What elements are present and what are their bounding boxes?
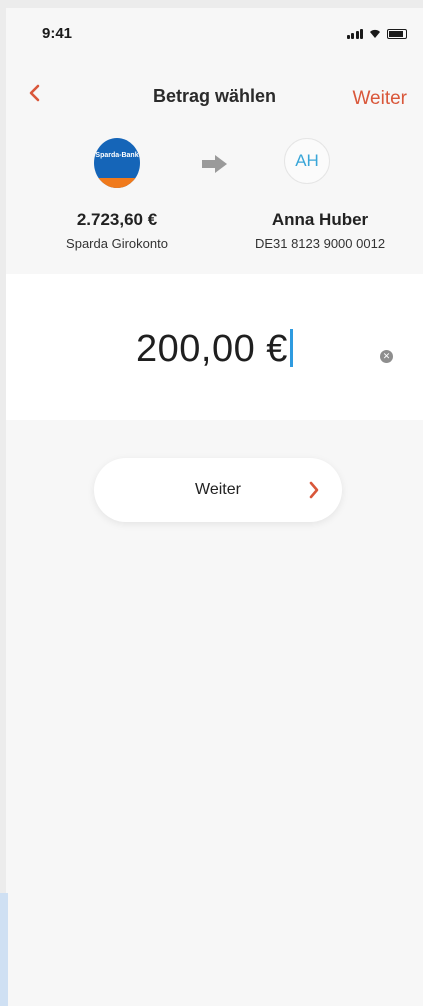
transfer-parties: Sparda-Bank AH 2.723,60 € Sparda Girokon… <box>6 138 423 268</box>
clear-icon: ✕ <box>382 351 391 361</box>
arrow-right-icon <box>202 155 227 173</box>
amount-input[interactable]: 200,00 € <box>136 328 293 371</box>
status-icons <box>346 27 407 39</box>
chevron-right-icon <box>309 481 319 499</box>
recipient-name: Anna Huber <box>271 210 369 229</box>
nav-bar: Betrag wählen Weiter <box>6 76 423 116</box>
amount-value: 200,00 € <box>136 328 288 370</box>
amount-card: 200,00 € ✕ <box>6 274 423 420</box>
clear-button[interactable]: ✕ <box>380 350 393 363</box>
bank-logo-text: Sparda-Bank <box>95 152 139 159</box>
bank-logo-stripe <box>94 178 140 188</box>
recipient-avatar: AH <box>284 138 330 184</box>
status-time: 9:41 <box>42 25 73 42</box>
status-bar: 9:41 <box>6 8 423 58</box>
side-accent <box>0 893 8 1006</box>
signal-icon <box>346 29 363 39</box>
wifi-icon <box>370 29 380 38</box>
app-screen: 9:41 Betrag wählen Weiter Sparda-Bank AH… <box>6 8 423 1006</box>
recipient-iban: DE31 8123 9000 0012 <box>254 236 386 251</box>
continue-button[interactable]: Weiter <box>94 458 342 522</box>
sender-balance: 2.723,60 € <box>76 210 158 229</box>
nav-next-button[interactable]: Weiter <box>352 88 407 110</box>
text-caret <box>289 329 293 367</box>
sender-account-name: Sparda Girokonto <box>66 236 168 251</box>
bank-logo: Sparda-Bank <box>94 138 140 188</box>
battery-icon <box>387 29 407 39</box>
